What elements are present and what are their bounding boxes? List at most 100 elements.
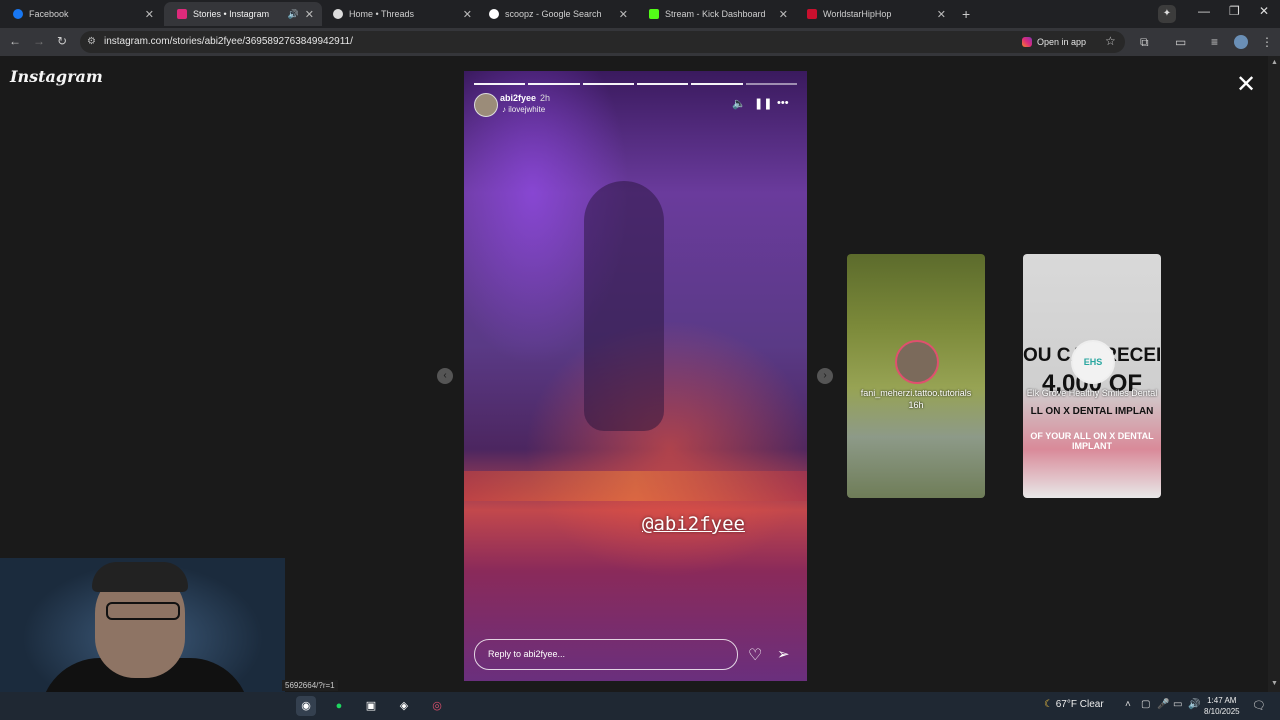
webcam-person-glasses: [106, 602, 180, 620]
reply-placeholder: Reply to abi2fyee...: [488, 649, 566, 659]
forward-icon[interactable]: →: [33, 34, 45, 48]
spotify-icon[interactable]: ●: [329, 696, 349, 716]
tray-chevron-icon[interactable]: ˄: [1125, 699, 1131, 710]
back-icon[interactable]: ←: [9, 34, 21, 48]
notification-icon[interactable]: 🗨: [1252, 699, 1266, 712]
tab-close-icon[interactable]: ✕: [305, 8, 314, 21]
url-text: instagram.com/stories/abi2fyee/369589276…: [104, 36, 353, 47]
story-viewer[interactable]: abi2fyee 2h ♪ ilovejwhite 🔈 ❚❚ ••• @abi2…: [464, 71, 807, 681]
address-bar[interactable]: ⚙ instagram.com/stories/abi2fyee/3695892…: [80, 31, 1125, 53]
story-media-floor: [464, 471, 807, 501]
menu-icon[interactable]: ⋮: [1261, 35, 1273, 49]
next-story-button[interactable]: ›: [817, 368, 833, 384]
tray-app-icon[interactable]: ▢: [1141, 699, 1150, 710]
tab-title: Stream - Kick Dashboard: [665, 9, 766, 19]
preview-username: fani_meherzi.tattoo.tutorials: [860, 388, 972, 398]
windows-taskbar: ◉ ● ▣ ◈ ◎ ☾ 67°F Clear ˄ ▢ 🎤 ▭ 🔊 1:47 AM…: [0, 692, 1280, 720]
tab-title: scoopz - Google Search: [505, 9, 602, 19]
gemini-sparkle-icon[interactable]: ✦: [1158, 5, 1176, 23]
facebook-icon: [13, 9, 23, 19]
progress-segment: [745, 83, 797, 85]
tab-title: WorldstarHipHop: [823, 9, 892, 19]
scroll-down-icon[interactable]: ▼: [1271, 680, 1278, 687]
close-icon[interactable]: ✕: [1236, 70, 1256, 99]
app-icon[interactable]: ▣: [361, 696, 381, 716]
story-progress-bar: [474, 83, 797, 85]
tab-facebook[interactable]: Facebook ✕: [0, 2, 162, 26]
speaker-icon[interactable]: 🔊: [288, 9, 299, 20]
webcam-person-hair: [92, 562, 188, 592]
tab-title: Home • Threads: [349, 9, 415, 19]
scroll-up-icon[interactable]: ▲: [1271, 59, 1278, 66]
open-in-app-label: Open in app: [1037, 37, 1087, 47]
instagram-icon: [1022, 37, 1032, 47]
weather-label: 67°F Clear: [1055, 699, 1104, 710]
tab-kick[interactable]: Stream - Kick Dashboard ✕: [636, 2, 796, 26]
story-preview[interactable]: OU CAN RECEIV 4,000 OF EHS Elk Grove Hea…: [1023, 254, 1161, 498]
preview-username: Elk Grove Healthy Smiles Dental: [1026, 388, 1158, 398]
restore-icon[interactable]: ❐: [1229, 4, 1240, 18]
webcam-overlay: [0, 558, 285, 692]
scrollbar[interactable]: ▲ ▼: [1268, 56, 1280, 692]
google-icon: [489, 9, 499, 19]
tab-close-icon[interactable]: ✕: [463, 8, 472, 21]
speaker-icon[interactable]: 🔊: [1188, 699, 1200, 710]
story-author-avatar[interactable]: [474, 93, 498, 117]
tab-instagram[interactable]: Stories • Instagram 🔊 ✕: [164, 2, 322, 26]
progress-segment: [691, 83, 743, 85]
open-in-app-button[interactable]: Open in app: [1022, 34, 1086, 50]
story-mention-sticker[interactable]: @abi2fyee: [642, 513, 745, 535]
heart-icon[interactable]: ♡: [748, 645, 762, 665]
clock-date: 8/10/2025: [1204, 707, 1240, 716]
promo-text: OF YOUR ALL ON X DENTAL IMPLANT: [1030, 431, 1154, 451]
tab-worldstar[interactable]: WorldstarHipHop ✕: [794, 2, 954, 26]
instagram-logo[interactable]: Instagram: [10, 67, 103, 86]
minimize-icon[interactable]: —: [1198, 4, 1210, 18]
story-preview[interactable]: fani_meherzi.tattoo.tutorials 16h: [847, 254, 985, 498]
media-control-icon[interactable]: ≡: [1211, 35, 1218, 49]
site-info-icon[interactable]: ⚙: [87, 36, 96, 47]
threads-icon: [333, 9, 343, 19]
preview-avatar: EHS: [1071, 340, 1115, 384]
tab-close-icon[interactable]: ✕: [937, 8, 946, 21]
story-timestamp: 2h: [540, 93, 551, 103]
reload-icon[interactable]: ↻: [57, 34, 67, 48]
new-tab-icon[interactable]: +: [962, 6, 970, 22]
weather-widget[interactable]: ☾ 67°F Clear: [1044, 699, 1104, 710]
story-username[interactable]: abi2fyee: [500, 93, 536, 103]
chrome-icon[interactable]: ◉: [296, 696, 316, 716]
cast-icon[interactable]: ▭: [1175, 35, 1186, 49]
window-close-icon[interactable]: ✕: [1259, 4, 1269, 18]
app-icon[interactable]: ◈: [394, 696, 414, 716]
pause-icon[interactable]: ❚❚: [754, 97, 772, 110]
previous-story-button[interactable]: ‹: [437, 368, 453, 384]
network-icon[interactable]: ▭: [1173, 699, 1182, 710]
tab-close-icon[interactable]: ✕: [779, 8, 788, 21]
progress-segment: [528, 83, 580, 85]
app-icon[interactable]: ◎: [427, 696, 447, 716]
star-icon[interactable]: ☆: [1105, 34, 1116, 48]
extensions-icon[interactable]: ⧉: [1140, 35, 1149, 50]
microphone-icon[interactable]: 🎤: [1157, 699, 1169, 710]
reply-input[interactable]: Reply to abi2fyee...: [474, 639, 738, 670]
instagram-icon: [177, 9, 187, 19]
clock-time: 1:47 AM: [1207, 696, 1237, 705]
more-options-icon[interactable]: •••: [777, 97, 789, 109]
system-clock[interactable]: 1:47 AM 8/10/2025: [1204, 695, 1240, 717]
tab-title: Facebook: [29, 9, 69, 19]
tab-close-icon[interactable]: ✕: [619, 8, 628, 21]
story-music[interactable]: ♪ ilovejwhite: [502, 105, 545, 114]
send-icon[interactable]: ➢: [777, 645, 790, 663]
preview-timestamp: 16h: [908, 400, 924, 410]
tab-threads[interactable]: Home • Threads ✕: [320, 2, 480, 26]
profile-avatar[interactable]: [1234, 35, 1248, 49]
volume-icon[interactable]: 🔈: [732, 97, 746, 110]
browser-toolbar: ← → ↻ ⚙ instagram.com/stories/abi2fyee/3…: [0, 28, 1280, 56]
worldstar-icon: [807, 9, 817, 19]
progress-segment: [636, 83, 689, 85]
tab-close-icon[interactable]: ✕: [145, 8, 154, 21]
tab-google[interactable]: scoopz - Google Search ✕: [476, 2, 636, 26]
promo-text: LL ON X DENTAL IMPLAN: [1030, 406, 1154, 417]
preview-avatar: [895, 340, 939, 384]
tab-title: Stories • Instagram: [193, 9, 270, 19]
